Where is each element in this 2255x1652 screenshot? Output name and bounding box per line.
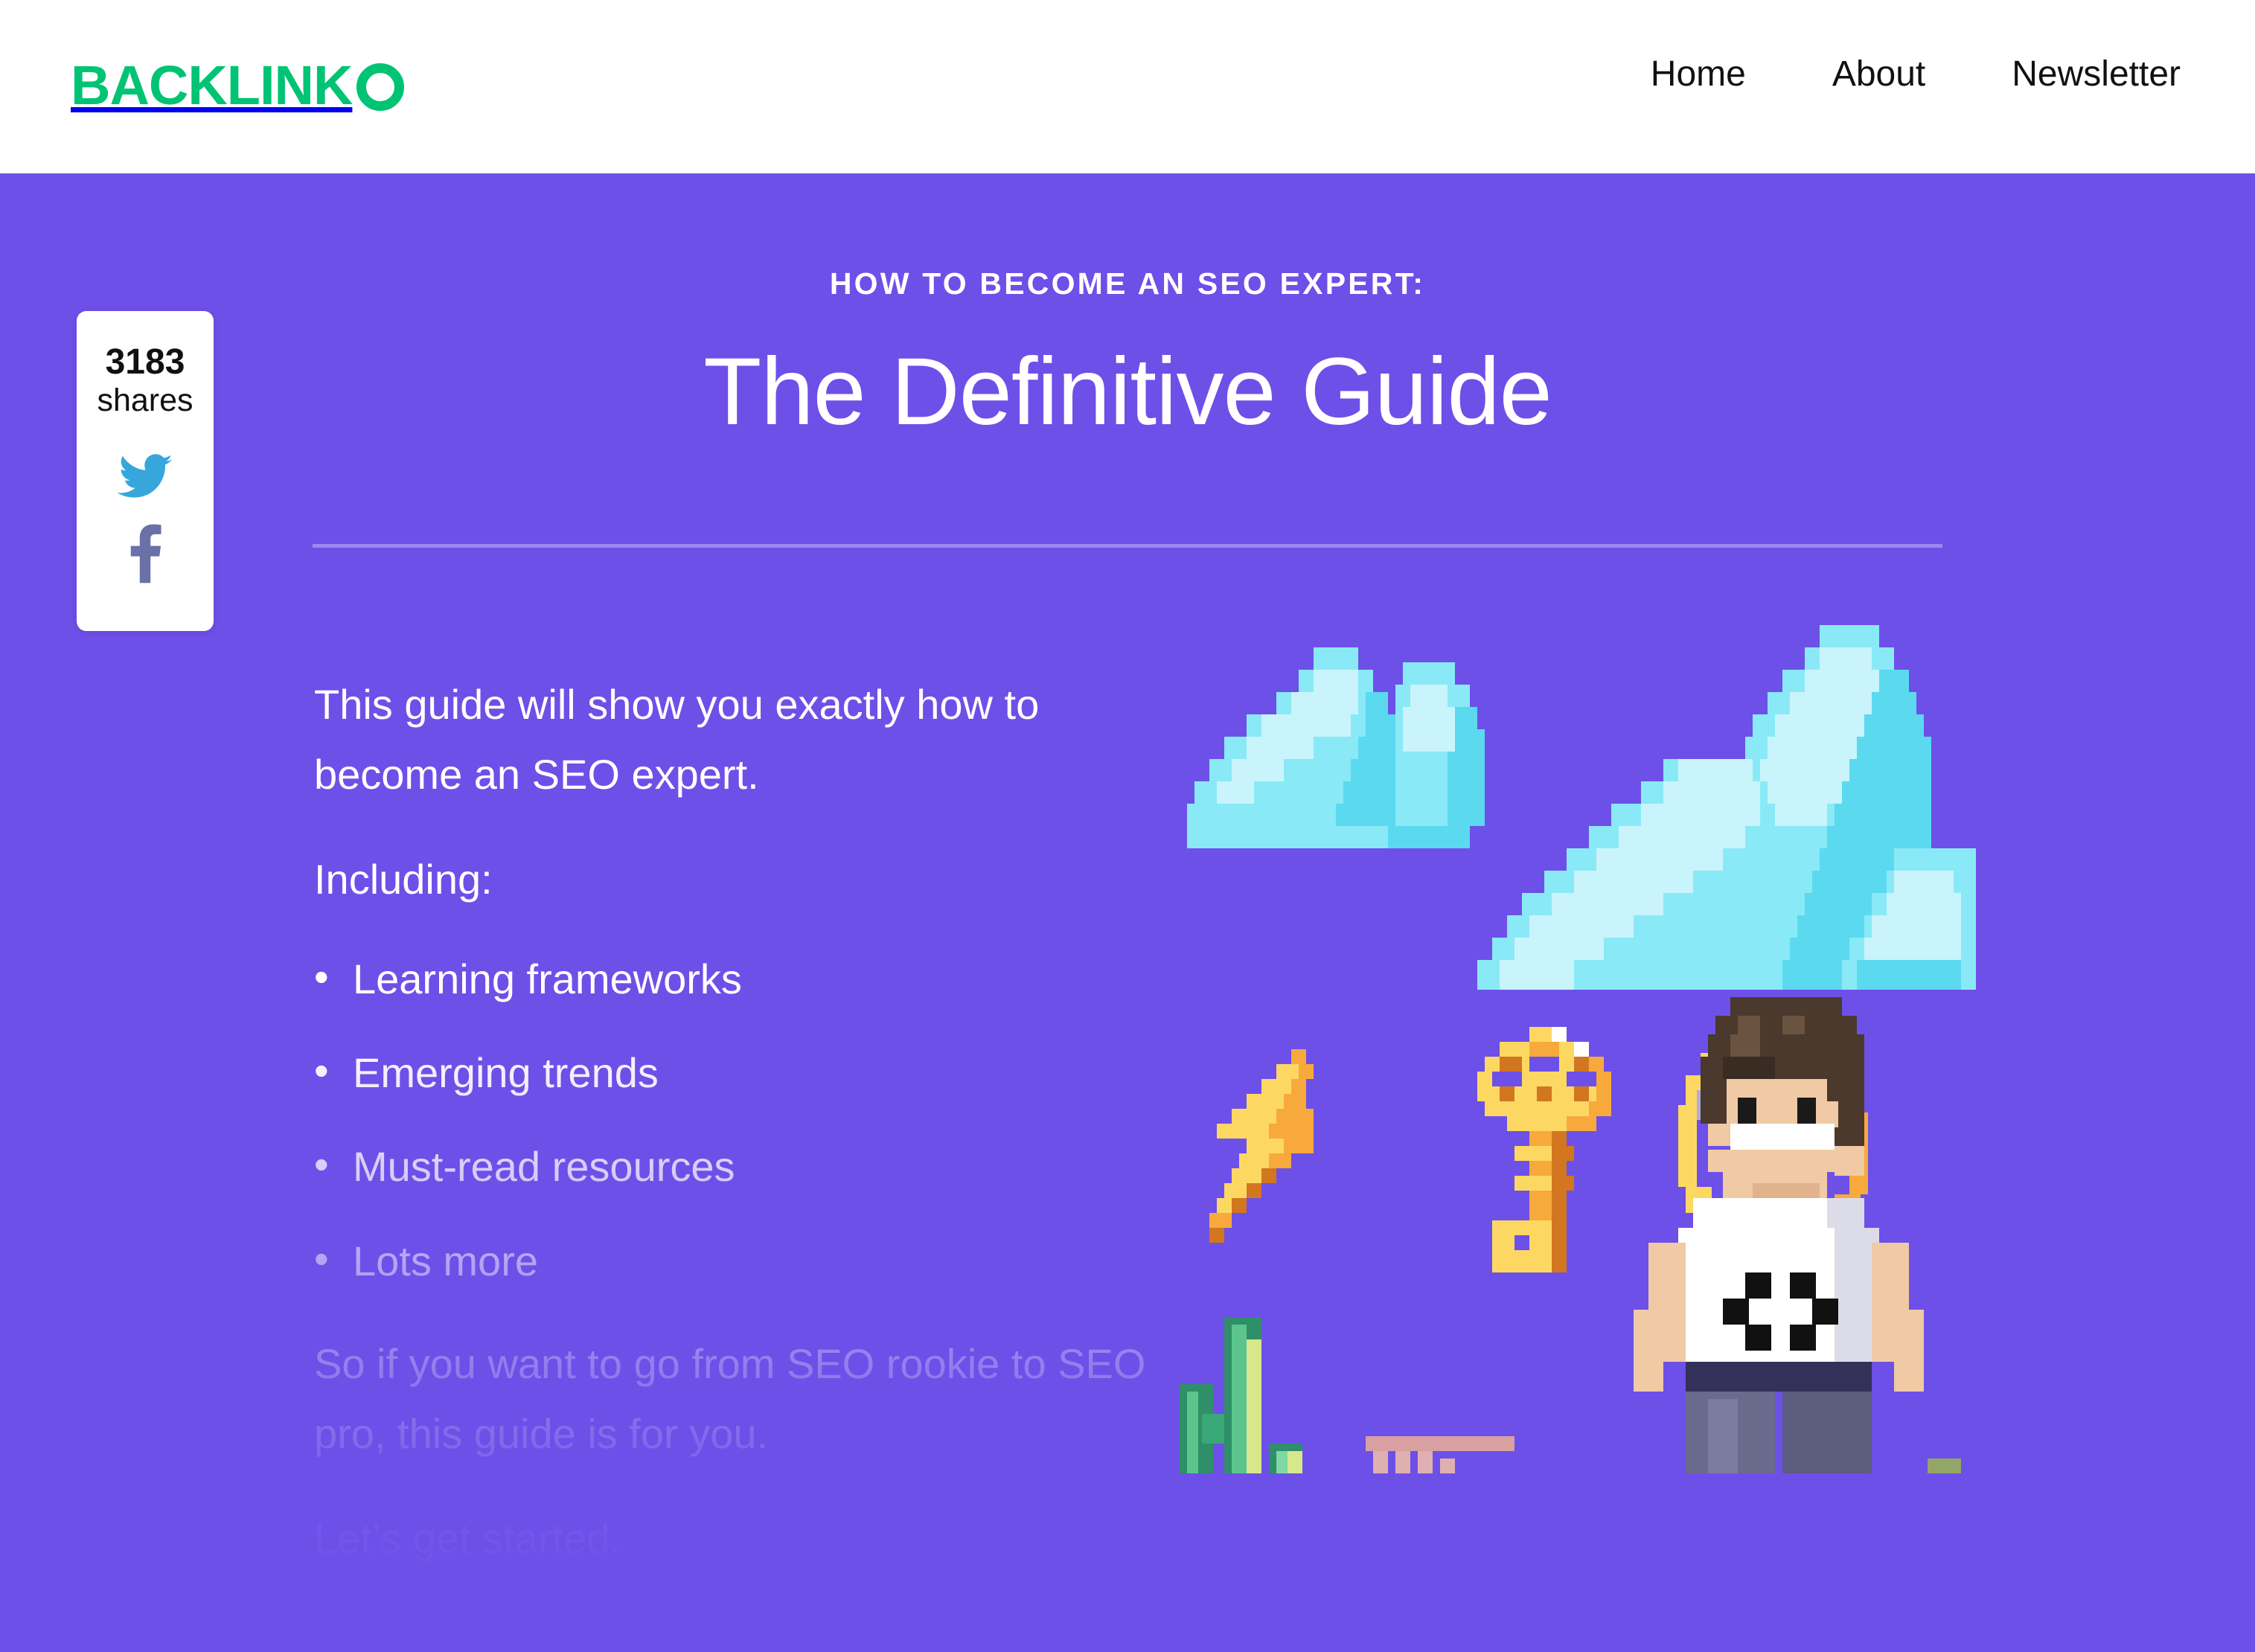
- main-nav: Home About Newsletter: [1651, 54, 2181, 95]
- key-icon: [1477, 1027, 1611, 1272]
- nav-link-about[interactable]: About: [1832, 54, 1925, 95]
- nav-link-newsletter[interactable]: Newsletter: [2012, 54, 2181, 95]
- cloud-small: [1187, 647, 1485, 848]
- segmented-ring-o-icon: [356, 63, 405, 111]
- share-label: shares: [97, 382, 193, 419]
- nav-link-home[interactable]: Home: [1651, 54, 1746, 95]
- including-label: Including:: [314, 856, 493, 903]
- article-intro-column: This guide will show you exactly how to …: [314, 670, 1170, 1610]
- share-count: 3183: [105, 342, 185, 382]
- dinosaur-skeleton: [1366, 1436, 1514, 1473]
- hero-illustration: [1165, 610, 1976, 1473]
- outro-paragraph: So if you want to go from SEO rookie to …: [314, 1340, 1146, 1457]
- pixel-character: [1634, 997, 1924, 1473]
- twitter-bird-icon: [117, 454, 173, 498]
- list-item: Emerging trends: [314, 1042, 1170, 1102]
- hero-divider: [313, 544, 1942, 548]
- benefits-list: Learning frameworks Emerging trends Must…: [314, 948, 1170, 1291]
- pixel-art-scene: [1180, 625, 1976, 1473]
- list-item: Learning frameworks: [314, 948, 1170, 1008]
- brand-logo[interactable]: BACKLINK: [71, 54, 405, 116]
- cloud-large: [1477, 625, 1976, 990]
- list-item: Must-read resources: [314, 1136, 1170, 1196]
- facebook-f-icon: [130, 524, 161, 583]
- list-item: Lots more: [314, 1230, 1170, 1290]
- cta-paragraph: Let’s get started.: [314, 1515, 621, 1563]
- brand-logo-text: BACKLINK: [71, 54, 353, 116]
- share-facebook-button[interactable]: [128, 524, 162, 587]
- cactus: [1180, 1317, 1302, 1473]
- share-twitter-button[interactable]: [117, 454, 173, 505]
- lightning-bolt-icon: [1209, 1049, 1314, 1243]
- site-header: BACKLINK Home About Newsletter: [0, 0, 2255, 173]
- share-widget: 3183 shares: [77, 311, 214, 631]
- hero-eyebrow: HOW TO BECOME AN SEO EXPERT:: [829, 266, 1426, 301]
- page-title: The Definitive Guide: [703, 339, 1552, 445]
- intro-paragraph: This guide will show you exactly how to …: [314, 681, 1040, 798]
